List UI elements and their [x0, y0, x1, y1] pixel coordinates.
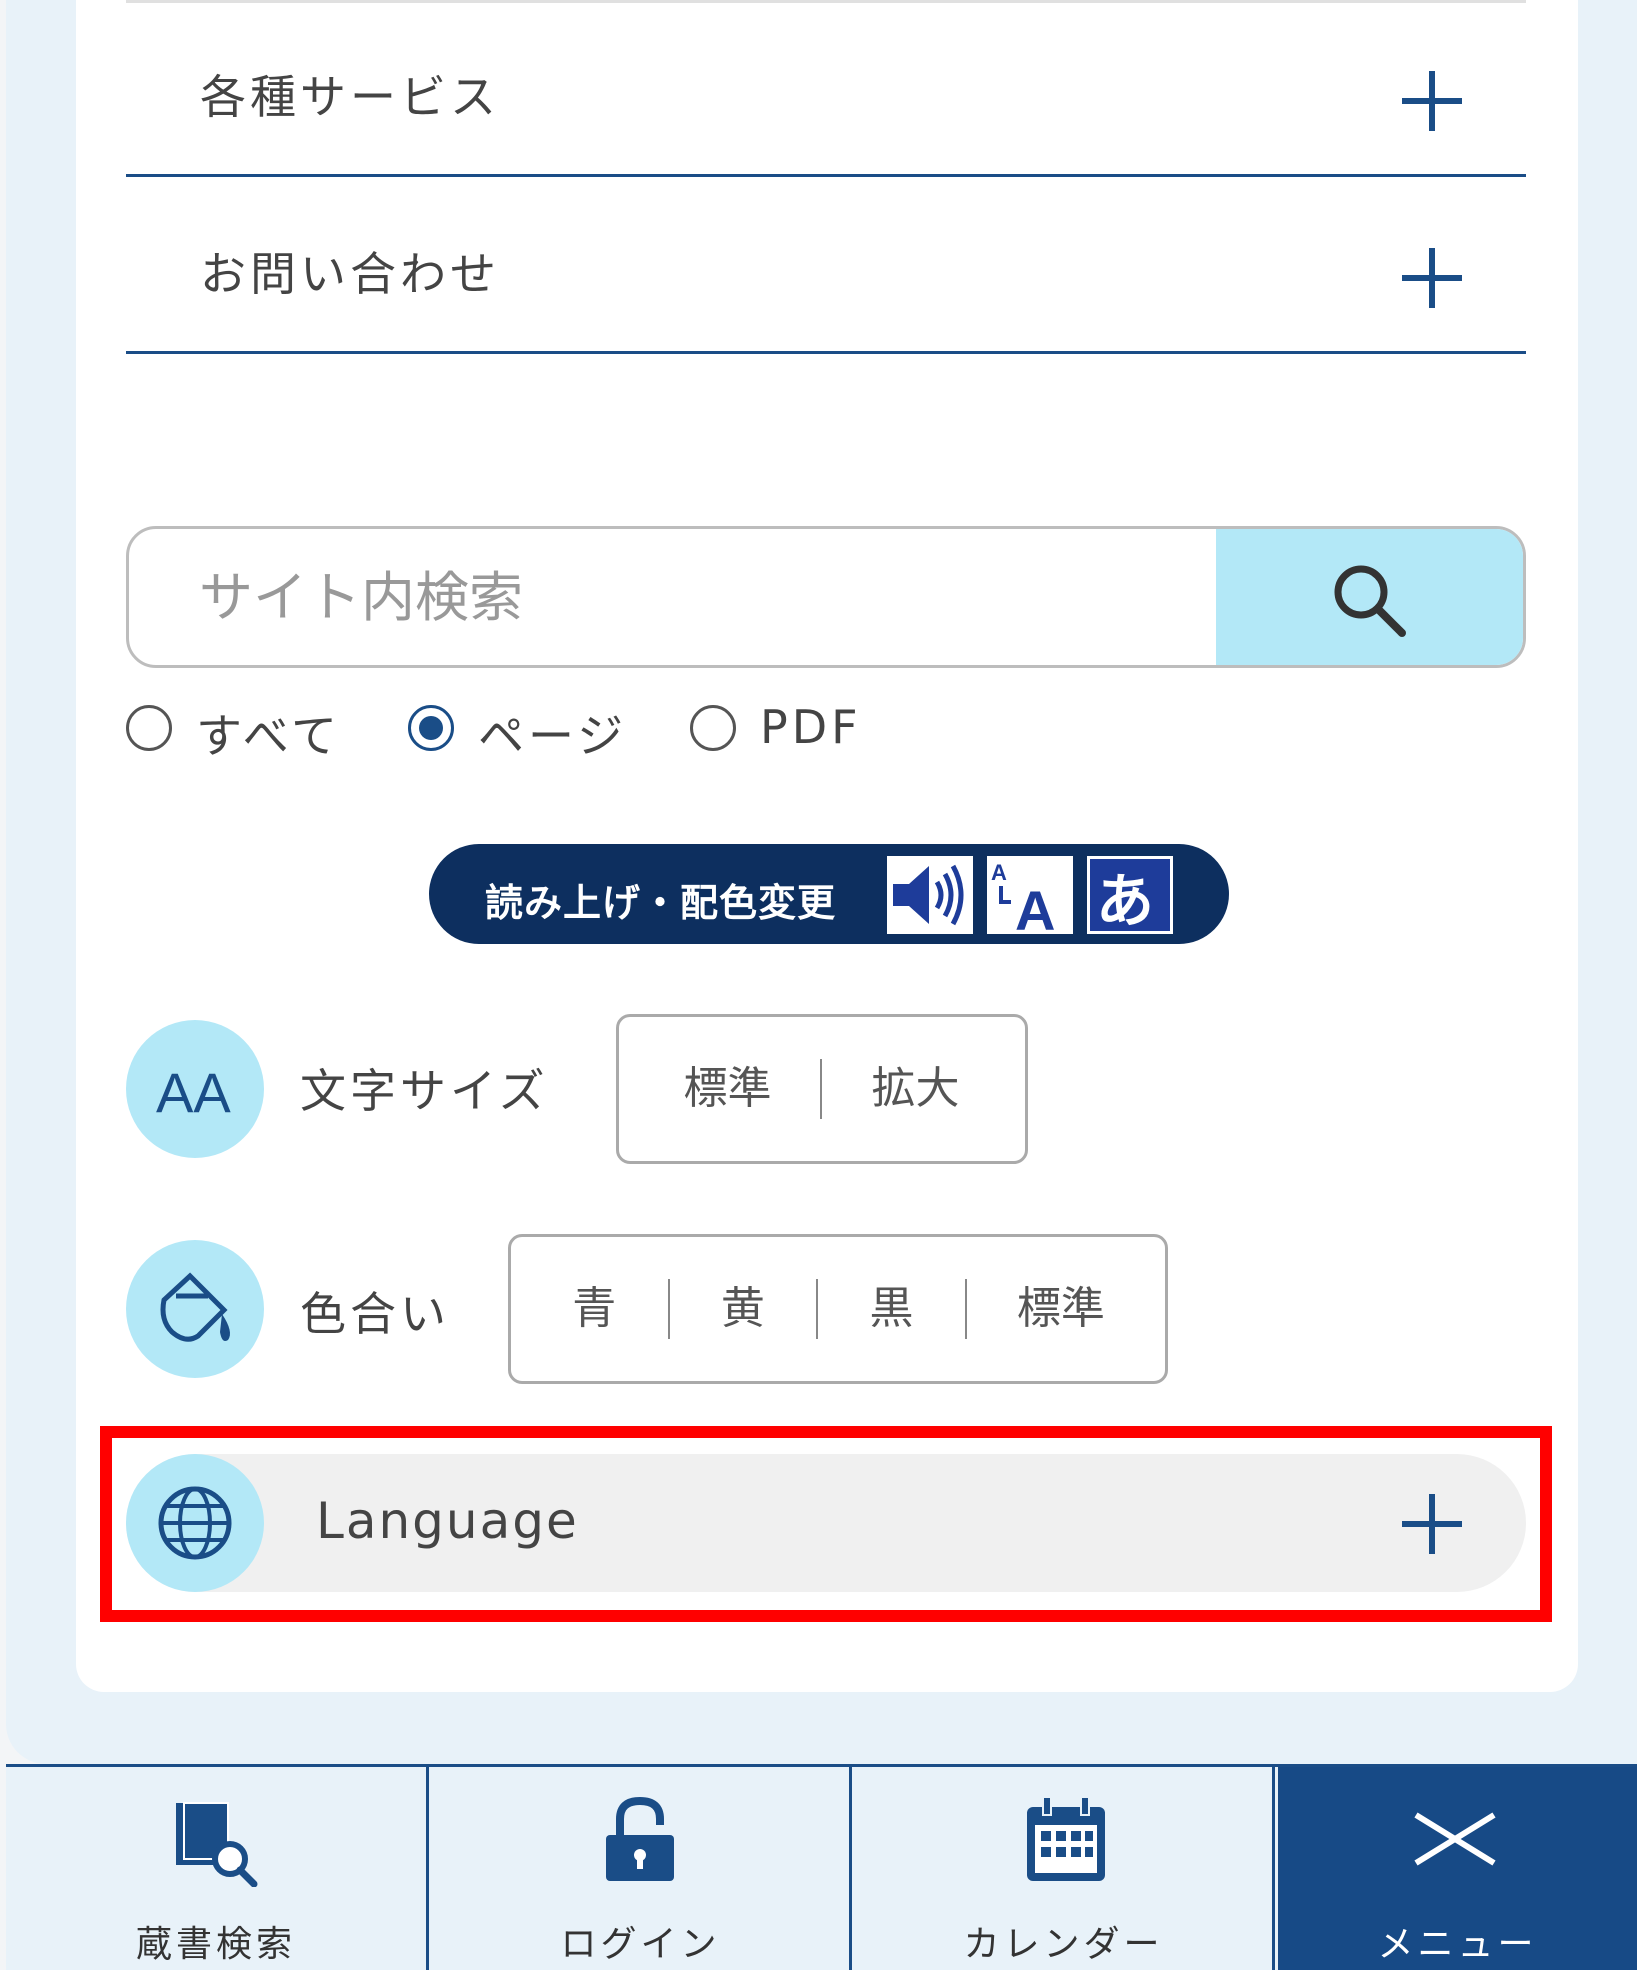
- book-search-icon: [176, 1802, 258, 1887]
- font-size-standard-button[interactable]: 標準: [635, 1059, 823, 1119]
- svg-text:A: A: [991, 860, 1007, 885]
- radio-label: すべて: [196, 709, 341, 763]
- nav-book-search[interactable]: 蔵書検索: [6, 1767, 429, 1970]
- nav-menu-close[interactable]: メニュー: [1278, 1767, 1637, 1970]
- nav-label: 蔵書検索: [135, 1924, 296, 1965]
- search-icon: [1334, 565, 1406, 637]
- readspeaker-button[interactable]: 読み上げ・配色変更 A A あ: [429, 844, 1229, 944]
- ruby-a-icon: A A: [987, 856, 1073, 934]
- color-blue-button[interactable]: 青: [521, 1279, 670, 1339]
- svg-text:AA: AA: [156, 1061, 231, 1124]
- color-scheme-label: 色合い: [300, 1287, 450, 1341]
- speaker-icon: [887, 856, 973, 934]
- search-button[interactable]: [1216, 529, 1523, 665]
- site-search-input[interactable]: [129, 529, 1219, 665]
- svg-text:A: A: [1015, 879, 1055, 934]
- color-scheme-options: 青 黄 黒 標準: [508, 1234, 1168, 1384]
- font-size-large-button[interactable]: 拡大: [822, 1059, 1009, 1119]
- radio-circle-checked: [408, 705, 454, 751]
- highlight-box: [100, 1426, 1552, 1622]
- nav-label: カレンダー: [963, 1924, 1164, 1965]
- bottom-nav: 蔵書検索 ログイン カレンダー メニュー: [6, 1764, 1637, 1970]
- unlock-icon: [606, 1796, 674, 1881]
- hiragana-a-icon: あ: [1087, 856, 1173, 934]
- font-size-options: 標準 拡大: [616, 1014, 1028, 1164]
- font-size-label: 文字サイズ: [300, 1064, 549, 1118]
- nav-label: メニュー: [1377, 1924, 1538, 1965]
- nav-calendar[interactable]: カレンダー: [855, 1767, 1275, 1970]
- nav-login[interactable]: ログイン: [432, 1767, 852, 1970]
- accordion-services[interactable]: 各種サービス: [126, 3, 1526, 177]
- plus-icon: [1402, 71, 1462, 131]
- plus-icon: [1402, 248, 1462, 308]
- color-yellow-button[interactable]: 黄: [670, 1279, 819, 1339]
- nav-label: ログイン: [560, 1924, 721, 1965]
- radio-circle: [126, 705, 172, 751]
- color-standard-button[interactable]: 標準: [967, 1279, 1155, 1339]
- accordion-contact[interactable]: お問い合わせ: [126, 180, 1526, 354]
- accordion-label: お問い合わせ: [200, 247, 500, 301]
- radio-label: PDF: [760, 700, 862, 754]
- accordion-label: 各種サービス: [200, 70, 500, 124]
- readspeaker-label: 読み上げ・配色変更: [485, 881, 837, 925]
- calendar-icon: [1027, 1796, 1105, 1881]
- radio-circle: [690, 705, 736, 751]
- font-size-icon: AA: [126, 1020, 264, 1158]
- close-icon: [1414, 1812, 1496, 1866]
- site-search-form: [126, 526, 1526, 668]
- color-black-button[interactable]: 黒: [818, 1279, 967, 1339]
- color-bucket-icon: [126, 1240, 264, 1378]
- svg-text:あ: あ: [1096, 867, 1154, 931]
- radio-label: ページ: [478, 709, 628, 763]
